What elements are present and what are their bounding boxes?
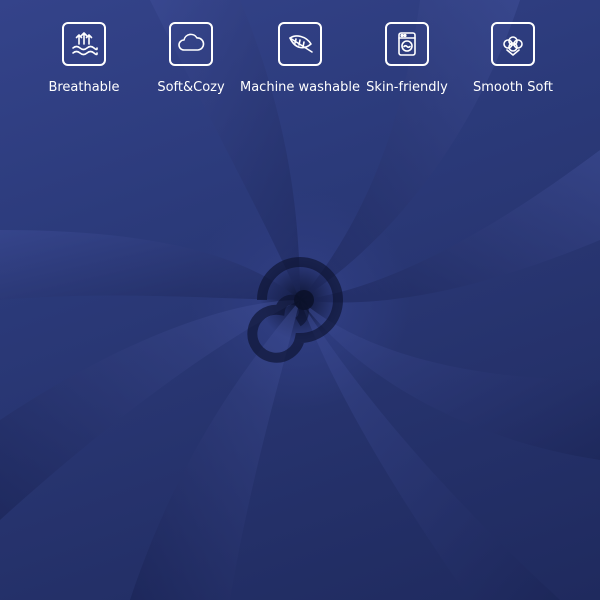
feature-label: Soft&Cozy: [157, 80, 225, 95]
feature-machine-washable: Machine washable: [240, 22, 360, 95]
washing-machine-icon: [385, 22, 429, 66]
feature-label: Smooth Soft: [473, 80, 553, 95]
breathable-waves-icon: [62, 22, 106, 66]
feature-label: Machine washable: [240, 80, 360, 95]
product-image: Breathable Soft&Cozy Machine washable Sk…: [0, 0, 600, 600]
feature-label: Breathable: [48, 80, 120, 95]
feature-skin-friendly: Skin-friendly: [347, 22, 467, 95]
feather-icon: [278, 22, 322, 66]
feature-soft-cozy: Soft&Cozy: [131, 22, 251, 95]
feature-bar: Breathable Soft&Cozy Machine washable Sk…: [0, 22, 600, 112]
feature-breathable: Breathable: [24, 22, 144, 95]
feature-smooth-soft: Smooth Soft: [453, 22, 573, 95]
cotton-icon: [491, 22, 535, 66]
feature-label: Skin-friendly: [366, 80, 448, 95]
cloud-icon: [169, 22, 213, 66]
